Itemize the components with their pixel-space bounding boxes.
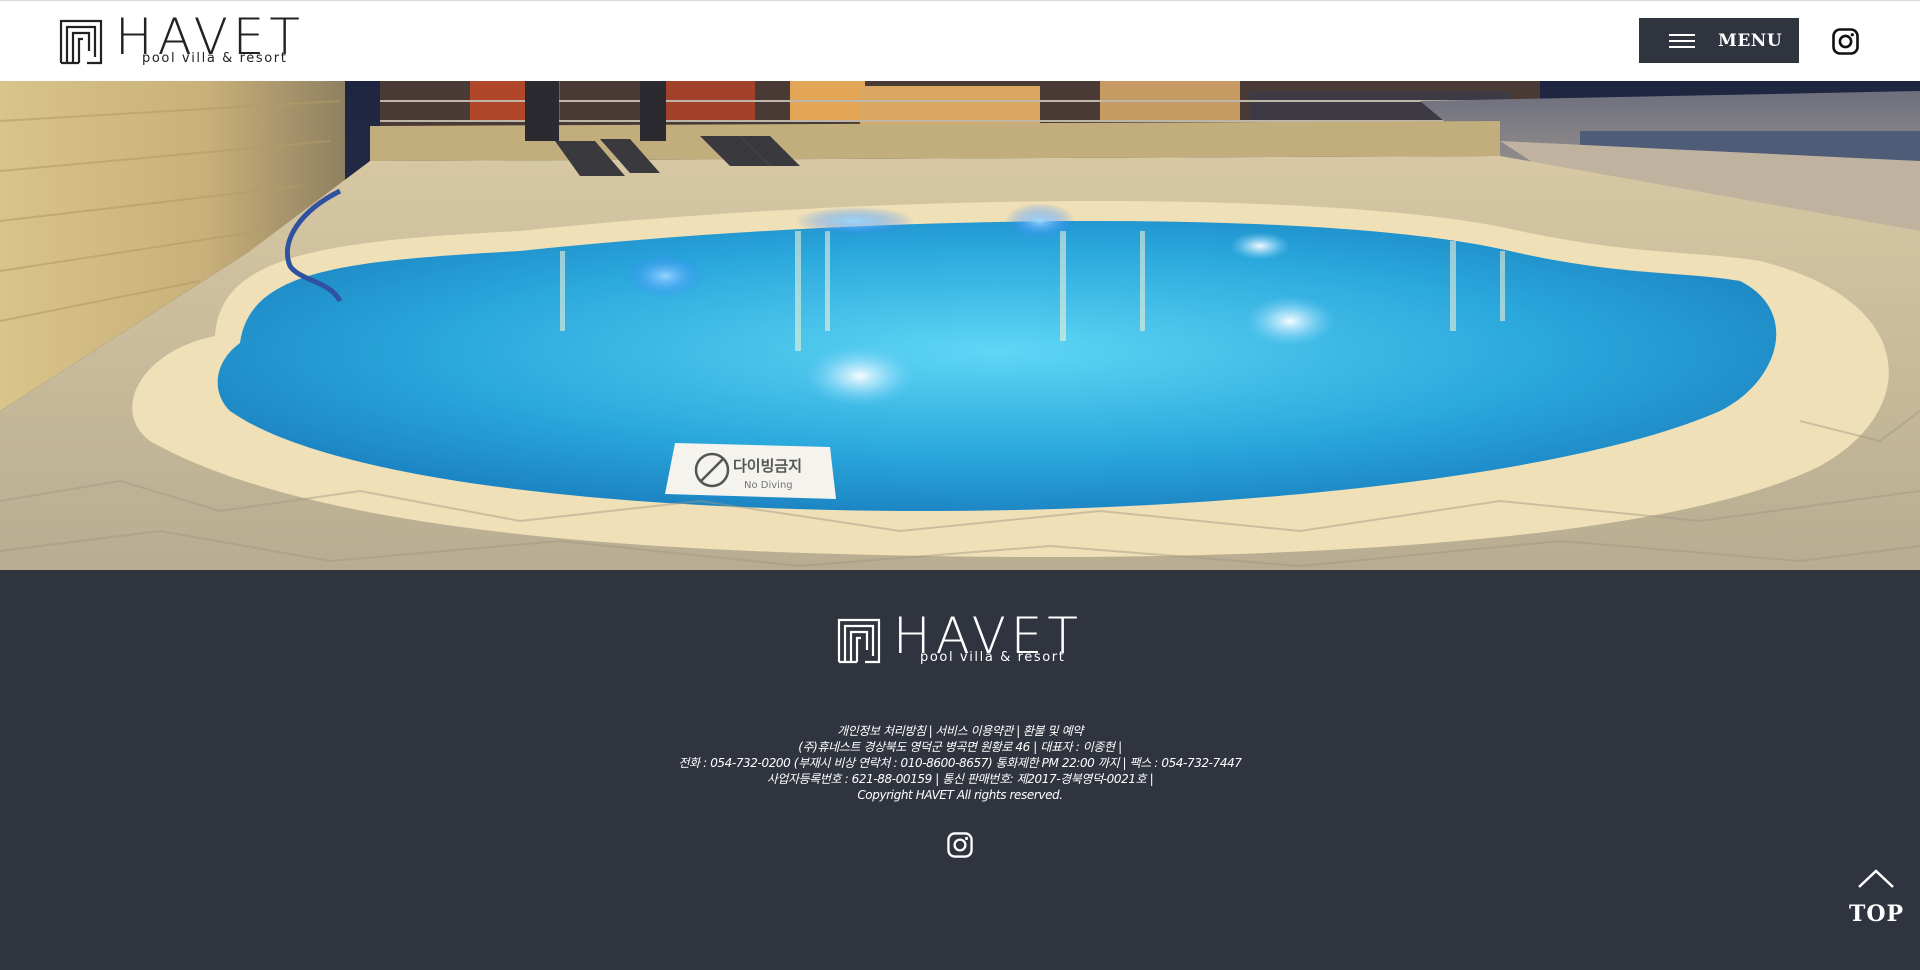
footer-links: 개인정보 처리방침 | 서비스 이용약관 | 환불 및 예약 xyxy=(837,724,1083,738)
footer-link-refund[interactable]: 환불 및 예약 xyxy=(1023,724,1083,738)
chevron-up-icon xyxy=(1858,869,1894,888)
back-to-top-button[interactable]: TOP xyxy=(1843,867,1909,927)
footer-logo-tagline: pool villa & resort xyxy=(920,650,1066,665)
company-address: (주)휴네스트 경상북도 영덕군 병곡면 원황로 46 | 대표자 : 이종현 … xyxy=(798,740,1122,754)
footer-logo: HAVET pool villa & resort xyxy=(835,610,1095,668)
back-to-top-label: TOP xyxy=(1849,901,1905,927)
footer-link-terms[interactable]: 서비스 이용약관 xyxy=(935,724,1013,738)
site-footer: HAVET pool villa & resort 개인정보 처리방침 | 서비스 … xyxy=(0,570,1920,970)
logo-mark-icon xyxy=(837,618,881,664)
hero-pool-image: 다이빙금지 No Diving xyxy=(0,81,1920,570)
menu-button[interactable]: MENU xyxy=(1639,18,1799,63)
site-logo[interactable]: HAVET pool villa & resort xyxy=(57,11,317,69)
company-info: 개인정보 처리방침 | 서비스 이용약관 | 환불 및 예약 (주)휴네스트 경상북도 … xyxy=(0,723,1920,803)
copyright: Copyright HAVET All rights reserved. xyxy=(857,788,1063,802)
sign-english-text: No Diving xyxy=(744,480,793,491)
sign-korean-text: 다이빙금지 xyxy=(733,457,802,475)
logo-mark-icon xyxy=(59,19,103,65)
site-header: HAVET pool villa & resort MENU xyxy=(0,0,1920,81)
menu-icon xyxy=(1669,34,1695,48)
footer-link-privacy[interactable]: 개인정보 처리방침 xyxy=(837,724,926,738)
instagram-link[interactable] xyxy=(1832,28,1859,55)
instagram-icon xyxy=(1832,28,1859,55)
instagram-icon xyxy=(947,832,973,858)
company-contact: 전화 : 054-732-0200 (부재시 비상 연락처 : 010-8600… xyxy=(678,756,1242,770)
no-diving-sign: 다이빙금지 No Diving xyxy=(665,443,836,499)
logo-tagline: pool villa & resort xyxy=(142,51,288,66)
menu-label: MENU xyxy=(1718,31,1783,51)
company-registration: 사업자등록번호 : 621-88-00159 | 통신 판매번호: 제2017-… xyxy=(766,772,1154,786)
footer-instagram-link[interactable] xyxy=(947,832,973,858)
